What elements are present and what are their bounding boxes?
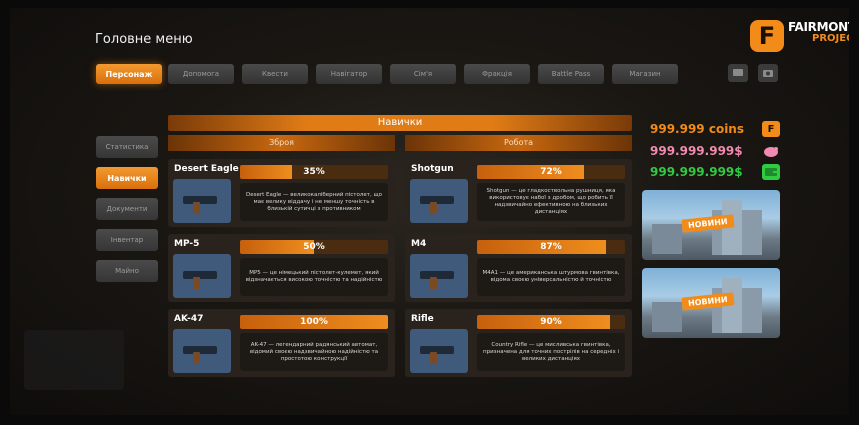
page-title: Головне меню bbox=[95, 32, 193, 47]
skills-header: Навички bbox=[168, 115, 632, 131]
brand-name-line2: PROJECT bbox=[812, 33, 849, 44]
pistol-icon bbox=[173, 179, 231, 223]
skill-description: M4A1 — це американська штурмова гвинтівк… bbox=[477, 258, 625, 296]
bank-balance: 999.999.999$ bbox=[650, 144, 743, 158]
skill-percent: 90% bbox=[540, 317, 562, 327]
skill-card: M4 87% M4A1 — це американська штурмова г… bbox=[405, 234, 632, 302]
sidebar-item-documents[interactable]: Документи bbox=[96, 198, 158, 220]
tab-family[interactable]: Сім'я bbox=[390, 64, 456, 84]
sidebar-item-skills[interactable]: Навички bbox=[96, 167, 158, 189]
tab-character[interactable]: Персонаж bbox=[96, 64, 162, 84]
work-column-header: Робота bbox=[405, 135, 632, 151]
assault-rifle-icon bbox=[410, 254, 468, 298]
news-banner-1[interactable]: НОВИНИ bbox=[642, 190, 780, 260]
smg-icon bbox=[173, 254, 231, 298]
fairmont-logo: F bbox=[750, 20, 784, 52]
skill-description: AK-47 — легендарний радянський автомат, … bbox=[240, 333, 388, 371]
skill-percent: 100% bbox=[300, 317, 328, 327]
wallet-icon bbox=[762, 164, 780, 180]
background-radio-decoration bbox=[24, 330, 124, 390]
brand-name-line1: FAIRMONT bbox=[788, 20, 849, 34]
skill-percent: 87% bbox=[540, 242, 562, 252]
piggy-bank-icon bbox=[762, 143, 780, 159]
sidebar-item-statistics[interactable]: Статистика bbox=[96, 136, 158, 158]
skill-name: Rifle bbox=[411, 314, 434, 324]
skill-name: AK-47 bbox=[174, 314, 204, 324]
tab-quests[interactable]: Квести bbox=[242, 64, 308, 84]
skill-percent: 35% bbox=[303, 167, 325, 177]
skill-card: Shotgun 72% Shotgun — це гладкоствольна … bbox=[405, 159, 632, 227]
tab-shop[interactable]: Магазин bbox=[612, 64, 678, 84]
skill-description: Shotgun — це гладкоствольна рушниця, яка… bbox=[477, 183, 625, 221]
skill-percent: 72% bbox=[540, 167, 562, 177]
skill-progress-bar: 90% bbox=[477, 315, 625, 329]
tab-battle-pass[interactable]: Battle Pass bbox=[538, 64, 604, 84]
skill-progress-bar: 87% bbox=[477, 240, 625, 254]
skill-description: Desert Eagle — великокаліберний пістолет… bbox=[240, 183, 388, 221]
shotgun-icon bbox=[410, 179, 468, 223]
skill-progress-bar: 72% bbox=[477, 165, 625, 179]
skill-description: MP5 — це німецький пістолет-кулемет, яки… bbox=[240, 258, 388, 296]
tab-help[interactable]: Допомога bbox=[168, 64, 234, 84]
coins-icon: F bbox=[762, 121, 780, 137]
skill-percent: 50% bbox=[303, 242, 325, 252]
chat-button[interactable] bbox=[728, 64, 748, 82]
coins-balance: 999.999 coins bbox=[650, 122, 744, 136]
skill-progress-bar: 35% bbox=[240, 165, 388, 179]
cash-balance: 999.999.999$ bbox=[650, 165, 743, 179]
ak47-icon bbox=[173, 329, 231, 373]
sidebar-item-property[interactable]: Майно bbox=[96, 260, 158, 282]
chat-icon bbox=[733, 69, 743, 76]
news-banner-2[interactable]: НОВИНИ bbox=[642, 268, 780, 338]
weapons-column-header: Зброя bbox=[168, 135, 395, 151]
skill-progress-bar: 100% bbox=[240, 315, 388, 329]
skill-name: Desert Eagle bbox=[174, 164, 239, 174]
skill-name: M4 bbox=[411, 239, 427, 249]
sidebar-item-inventory[interactable]: Інвентар bbox=[96, 229, 158, 251]
skill-progress-bar: 50% bbox=[240, 240, 388, 254]
skill-card: MP-5 50% MP5 — це німецький пістолет-кул… bbox=[168, 234, 395, 302]
skill-card: Rifle 90% Country Rifle — це мисливська … bbox=[405, 309, 632, 377]
camera-button[interactable] bbox=[758, 64, 778, 82]
camera-icon bbox=[763, 70, 773, 77]
hunting-rifle-icon bbox=[410, 329, 468, 373]
tab-navigator[interactable]: Навігатор bbox=[316, 64, 382, 84]
game-screen: Головне меню F FAIRMONT PROJECT Персонаж… bbox=[10, 8, 849, 415]
skill-card: Desert Eagle 35% Desert Eagle — великока… bbox=[168, 159, 395, 227]
skill-name: Shotgun bbox=[411, 164, 454, 174]
skill-card: AK-47 100% AK-47 — легендарний радянськи… bbox=[168, 309, 395, 377]
tab-faction[interactable]: Фракція bbox=[464, 64, 530, 84]
skill-description: Country Rifle — це мисливська гвинтівка,… bbox=[477, 333, 625, 371]
skill-name: MP-5 bbox=[174, 239, 200, 249]
